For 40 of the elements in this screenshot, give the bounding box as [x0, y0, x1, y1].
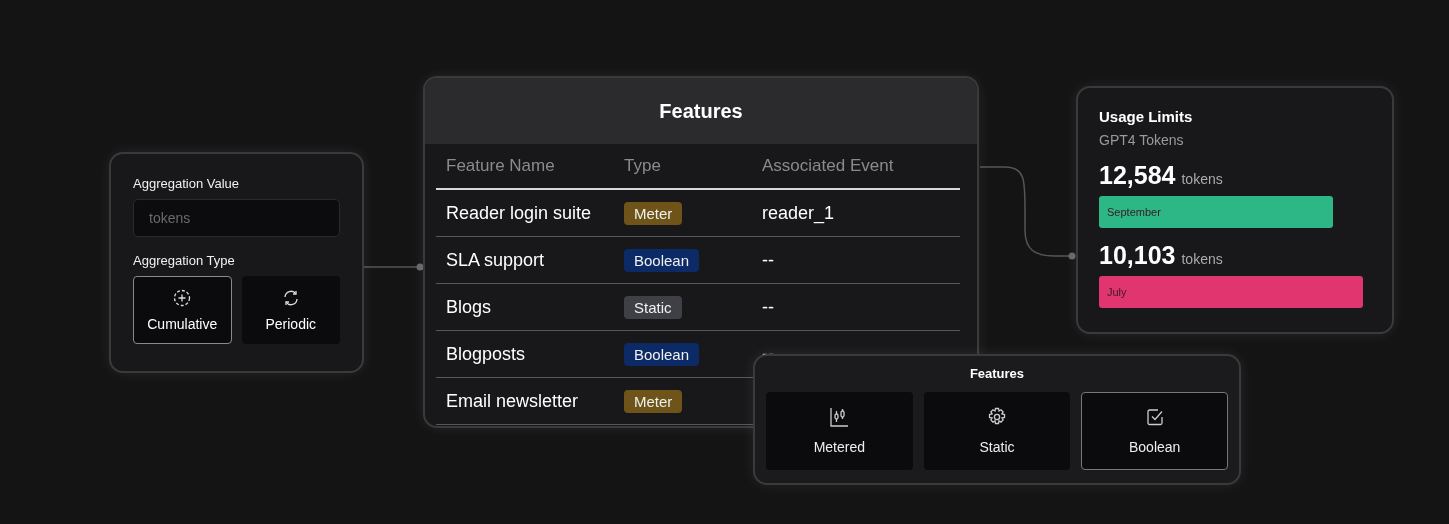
- option-button[interactable]: Metered: [766, 392, 913, 470]
- plus-circle-icon: [173, 288, 192, 307]
- candlestick-chart-icon: [829, 407, 850, 427]
- type-tag: Boolean: [624, 248, 700, 272]
- card-title: Features: [968, 366, 1026, 381]
- column-header: Feature Name: [446, 156, 556, 176]
- table-cell-text: SLA support: [446, 249, 546, 271]
- field-label: Aggregation Type: [133, 253, 236, 268]
- connector-line: [363, 263, 424, 271]
- table-cell-text: Blogs: [446, 296, 493, 318]
- type-tag: Meter: [624, 201, 683, 225]
- table-cell-text: Blogposts: [446, 343, 527, 365]
- gear-icon: [987, 407, 1007, 427]
- option-button[interactable]: Static: [923, 392, 1071, 470]
- column-header: Associated Event: [762, 156, 895, 176]
- table-cell-text: --: [762, 249, 775, 271]
- column-header: Type: [624, 156, 662, 176]
- field-label: Aggregation Value: [133, 176, 240, 191]
- input-field[interactable]: tokens: [133, 199, 340, 237]
- usage-bar: September: [1099, 196, 1333, 228]
- table-cell-text: Email newsletter: [446, 390, 580, 412]
- table-cell-text: reader_1: [762, 202, 836, 224]
- card-subtitle: GPT4 Tokens: [1099, 132, 1185, 148]
- token-count: 10,103: [1099, 241, 1176, 270]
- type-tag: Boolean: [624, 342, 700, 366]
- checkbox-icon: [1144, 407, 1165, 427]
- card-title: Usage Limits: [1099, 108, 1194, 125]
- table-cell-text: Reader login suite: [446, 202, 593, 224]
- type-tag: Meter: [624, 389, 683, 413]
- token-count: 12,584: [1099, 161, 1176, 190]
- card-title: Features: [425, 78, 977, 144]
- option-button[interactable]: Periodic: [241, 276, 340, 344]
- table-cell-text: --: [762, 296, 775, 318]
- type-tag: Static: [624, 295, 682, 319]
- unit-label: tokens: [1181, 251, 1223, 267]
- unit-label: tokens: [1181, 171, 1223, 187]
- refresh-icon: [281, 288, 300, 307]
- option-button[interactable]: Boolean: [1081, 392, 1228, 470]
- option-button[interactable]: Cumulative: [133, 276, 232, 344]
- usage-bar: July: [1099, 276, 1363, 308]
